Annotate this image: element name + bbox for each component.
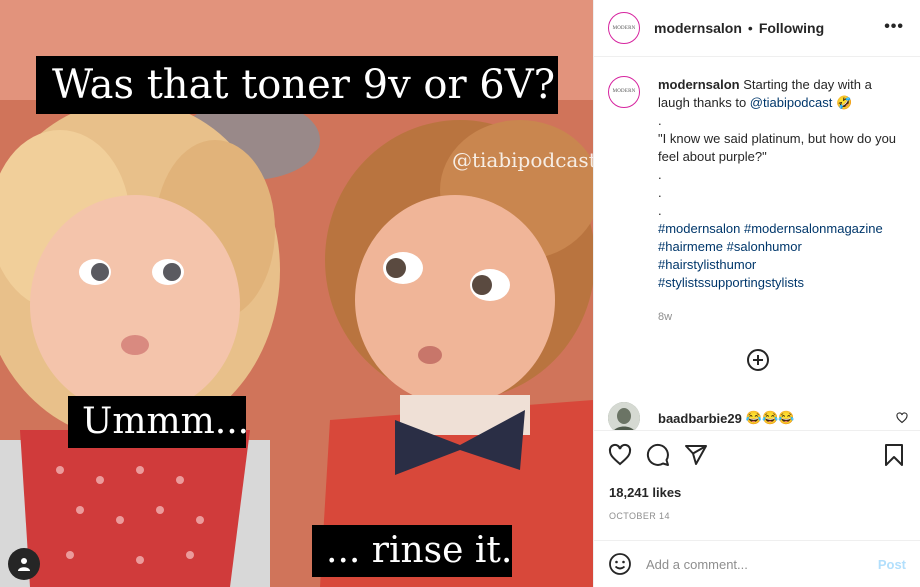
caption-timestamp[interactable]: 8w: [658, 308, 906, 326]
caption-dot: .: [658, 203, 662, 218]
post-caption: MODERN modernsalon Starting the day with…: [594, 58, 920, 326]
caption-avatar[interactable]: MODERN: [608, 76, 640, 108]
comment-icon[interactable]: [646, 443, 670, 467]
emoji-icon[interactable]: [608, 552, 632, 576]
comment-item: baadbarbie29 😂😂😂: [608, 402, 794, 430]
add-comment-bar: Add a comment... Post: [594, 540, 920, 587]
hashtag-line[interactable]: #stylistssupportingstylists: [658, 274, 906, 292]
avatar[interactable]: MODERN: [608, 12, 640, 44]
header-separator: •: [747, 20, 753, 36]
hashtag-line[interactable]: #hairmeme #salonhumor: [658, 238, 906, 256]
caption-quote: "I know we said platinum, but how do you…: [658, 131, 897, 164]
bookmark-icon[interactable]: [882, 443, 906, 467]
hashtag-line[interactable]: #modernsalon #modernsalonmagazine: [658, 220, 906, 238]
avatar-logo-text: MODERN: [612, 89, 636, 94]
load-more-comments-icon[interactable]: [746, 348, 770, 372]
following-button[interactable]: Following: [759, 20, 824, 36]
post-image[interactable]: Was that toner 9v or 6V? @tiabipodcast U…: [0, 0, 593, 587]
avatar-logo-text: MODERN: [612, 25, 636, 31]
caption-emoji: 🤣: [836, 95, 853, 110]
comment-username[interactable]: baadbarbie29: [658, 411, 742, 426]
caption-username[interactable]: modernsalon: [658, 77, 740, 92]
user-tag-icon[interactable]: [8, 548, 40, 580]
post-date: OCTOBER 14: [609, 511, 670, 521]
comment-input[interactable]: Add a comment...: [646, 557, 878, 572]
post-sidebar: MODERN modernsalon • Following ••• MODER…: [593, 0, 920, 587]
comments-section: MODERN modernsalon Starting the day with…: [594, 58, 920, 430]
meme-caption-top: Was that toner 9v or 6V?: [36, 56, 558, 114]
share-icon[interactable]: [684, 443, 708, 467]
hashtag-line[interactable]: #hairstylisthumor: [658, 256, 906, 274]
post-dialog: Was that toner 9v or 6V? @tiabipodcast U…: [0, 0, 920, 587]
comment-like-icon[interactable]: [896, 412, 908, 424]
caption-mention[interactable]: @tiabipodcast: [750, 95, 833, 110]
post-button[interactable]: Post: [878, 557, 906, 572]
post-header: MODERN modernsalon • Following •••: [594, 0, 920, 57]
header-username[interactable]: modernsalon: [654, 20, 742, 36]
like-count[interactable]: 18,241 likes: [609, 485, 681, 500]
watermark: @tiabipodcast: [452, 148, 593, 172]
commenter-avatar[interactable]: [608, 402, 640, 430]
heart-icon[interactable]: [608, 443, 632, 467]
post-actions: 18,241 likes OCTOBER 14: [594, 430, 920, 552]
comment-text: 😂😂😂: [745, 410, 795, 425]
caption-dot: .: [658, 113, 662, 128]
caption-dot: .: [658, 167, 662, 182]
meme-caption-bottom: ... rinse it.: [312, 525, 512, 577]
more-options-icon[interactable]: •••: [884, 18, 904, 36]
caption-dot: .: [658, 185, 662, 200]
meme-caption-middle: Ummm...: [68, 396, 249, 448]
